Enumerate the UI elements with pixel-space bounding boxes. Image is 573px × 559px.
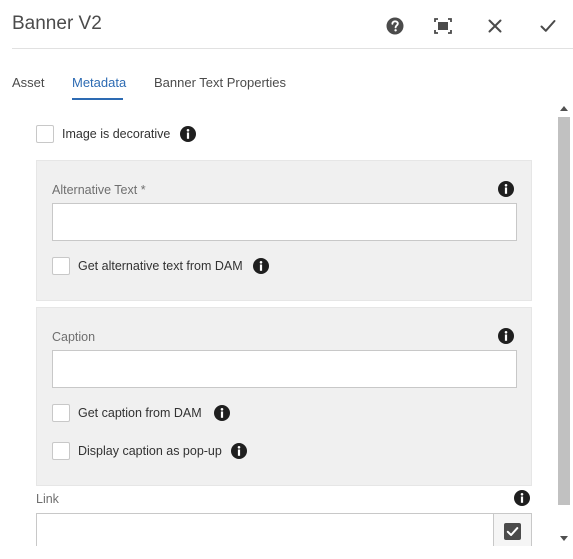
scroll-thumb[interactable]	[558, 117, 570, 505]
close-icon	[488, 19, 502, 33]
link-label: Link	[36, 492, 59, 506]
tab-bar: Asset Metadata Banner Text Properties	[0, 70, 573, 100]
caption-input[interactable]	[52, 350, 517, 388]
caption-label: Caption	[52, 330, 96, 344]
caption-popup-info-icon[interactable]	[231, 443, 247, 459]
caption-section: Caption Get caption from DAM Display cap…	[36, 307, 532, 486]
tab-metadata[interactable]: Metadata	[72, 75, 126, 90]
alt-from-dam-label: Get alternative text from DAM	[78, 259, 243, 273]
alt-text-info-icon[interactable]	[498, 181, 514, 197]
header-divider	[12, 48, 573, 49]
caption-popup-checkbox[interactable]	[52, 442, 70, 460]
link-picker-button[interactable]	[493, 513, 532, 546]
done-button[interactable]	[535, 13, 561, 39]
fullscreen-icon	[434, 18, 452, 34]
help-button[interactable]	[382, 13, 408, 39]
alt-text-label: Alternative Text *	[52, 183, 146, 197]
checkbox-check-icon	[504, 522, 521, 540]
decorative-checkbox[interactable]	[36, 125, 54, 143]
alt-text-input[interactable]	[52, 203, 517, 241]
fullscreen-button[interactable]	[430, 13, 456, 39]
close-button[interactable]	[482, 13, 508, 39]
caption-info-icon[interactable]	[498, 328, 514, 344]
alt-from-dam-info-icon[interactable]	[253, 258, 269, 274]
alt-from-dam-checkbox[interactable]	[52, 257, 70, 275]
scroll-up-arrow-icon[interactable]	[557, 100, 571, 116]
caption-from-dam-checkbox[interactable]	[52, 404, 70, 422]
vertical-scrollbar[interactable]	[557, 100, 571, 546]
help-icon	[386, 17, 404, 35]
banner-dialog: Banner V2 Asset Metadata Banner Text Pro…	[0, 0, 573, 559]
caption-from-dam-label: Get caption from DAM	[78, 406, 202, 420]
dialog-header: Banner V2	[0, 0, 573, 50]
checkmark-icon	[540, 20, 556, 32]
decorative-info-icon[interactable]	[180, 126, 196, 142]
caption-from-dam-info-icon[interactable]	[214, 405, 230, 421]
metadata-panel: Image is decorative Alternative Text * G…	[0, 100, 557, 546]
link-input[interactable]	[36, 513, 494, 546]
scroll-down-arrow-icon[interactable]	[557, 530, 571, 546]
decorative-label: Image is decorative	[62, 127, 171, 141]
tab-asset[interactable]: Asset	[12, 75, 45, 90]
link-info-icon[interactable]	[514, 490, 530, 506]
caption-popup-label: Display caption as pop-up	[78, 444, 222, 458]
alt-text-section: Alternative Text * Get alternative text …	[36, 160, 532, 301]
dialog-title: Banner V2	[12, 13, 102, 34]
tab-banner-text-properties[interactable]: Banner Text Properties	[154, 75, 286, 90]
